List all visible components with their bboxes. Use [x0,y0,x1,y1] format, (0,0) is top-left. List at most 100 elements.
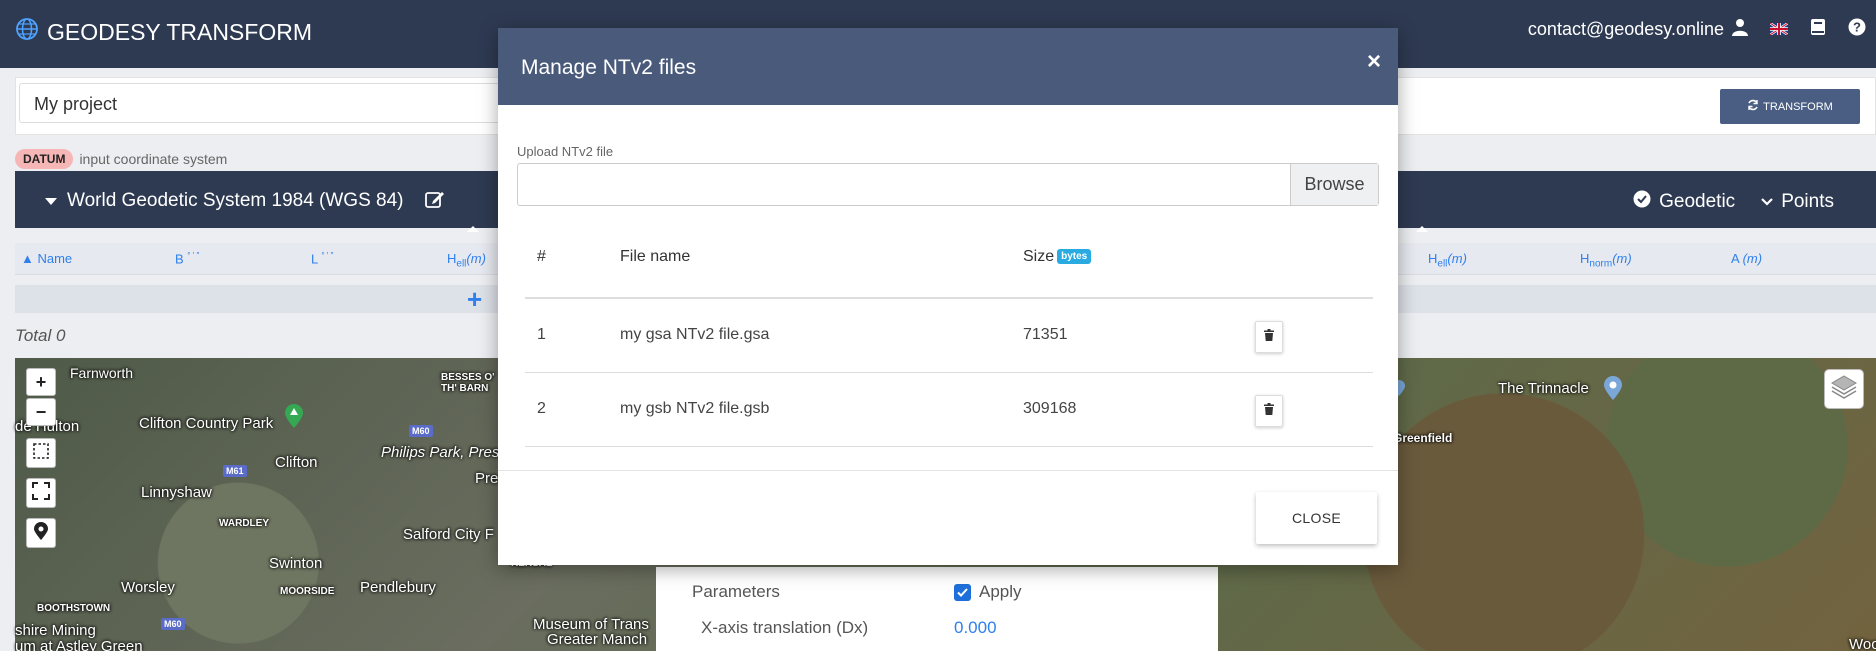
map-label: Greater Manch [547,631,648,648]
parameters-panel: Parameters Apply X-axis translation (Dx)… [656,567,1218,651]
transform-button[interactable]: TRANSFORM [1720,89,1860,124]
column-ellipsoidal-height[interactable]: Hell(m) [447,251,486,270]
map-label: Woo [1849,636,1876,651]
help-icon[interactable]: ? [1848,18,1866,41]
chevron-down-icon [1761,191,1773,213]
collapse-caret-right[interactable] [1416,226,1428,232]
manage-ntv2-modal: Manage NTv2 files × Upload NTv2 file Bro… [498,28,1398,565]
modal-title: Manage NTv2 files [521,56,697,79]
column-file-name: File name [620,248,691,265]
road-badge: M61 [223,465,247,477]
select-area-button[interactable] [26,438,56,468]
layers-button[interactable] [1824,369,1864,409]
zoom-in-button[interactable]: + [26,368,56,396]
column-normal-height[interactable]: Hnorm(m) [1580,251,1632,270]
account-email: contact@geodesy.online [1527,19,1724,39]
row-file-size: 309168 [1023,400,1077,417]
trash-icon [1264,328,1274,346]
column-a[interactable]: A (m) [1731,251,1762,266]
fullscreen-button[interactable] [26,478,56,508]
edit-icon[interactable] [425,189,445,214]
account-link[interactable]: contact@geodesy.online [1528,18,1748,41]
close-button[interactable]: CLOSE [1256,492,1377,544]
fullscreen-icon [32,481,50,505]
road-badge: M60 [409,425,433,437]
column-longitude[interactable]: L ° ′ ″ [311,251,333,266]
project-name-input[interactable]: My project [19,83,539,123]
zoom-out-button[interactable]: − [26,398,56,426]
marker-icon [34,521,48,545]
datum-badge: DATUM [15,149,74,169]
checkbox-checked-icon [954,583,971,601]
uk-flag-icon[interactable] [1769,19,1789,40]
map-label: MOORSIDE [280,586,335,597]
check-circle-icon [1633,190,1651,214]
dx-label: X-axis translation (Dx) [701,618,869,637]
book-icon[interactable] [1810,18,1826,41]
datum-row: DATUM input coordinate system [15,149,227,169]
row-file-name: my gsa NTv2 file.gsa [620,326,770,343]
footer-divider [498,470,1398,471]
map-label: WARDLEY [219,518,269,529]
globe-icon [15,17,39,47]
user-icon [1732,18,1748,41]
parameters-label: Parameters [692,582,780,601]
modal-header: Manage NTv2 files × [498,28,1398,105]
upload-file-input[interactable]: Browse [517,163,1379,206]
column-name[interactable]: ▲ Name [21,251,72,266]
column-number: # [537,248,546,265]
map-label: Clifton [275,454,318,471]
geodetic-option[interactable]: Geodetic [1633,190,1735,214]
caret-down-icon [45,190,57,212]
map-label: Pre [475,470,499,487]
refresh-icon [1747,99,1759,114]
total-count: Total 0 [15,326,66,345]
map-label: Swinton [269,555,323,572]
map-label: The Trinnacle [1498,380,1589,397]
column-size: Size bytes [1023,248,1092,266]
modal-close-icon[interactable]: × [1367,48,1381,76]
road-badge: M60 [161,618,185,630]
table-row: 1 my gsa NTv2 file.gsa 71351 [525,299,1373,373]
row-number: 2 [537,400,546,417]
collapse-caret-left[interactable] [467,226,479,232]
location-marker-icon[interactable] [1603,376,1623,405]
map-label: Farnworth [70,365,134,381]
add-marker-button[interactable] [26,518,56,548]
points-label: Points [1781,191,1834,212]
map-label: Salford City F [403,526,494,543]
apply-checkbox[interactable]: Apply [954,582,1022,602]
map-label: Clifton Country Park [139,415,274,432]
coordinate-system-name: World Geodetic System 1984 (WGS 84) [67,190,404,211]
map-label: BESSES O' TH' BARN [441,372,495,394]
add-point-button[interactable]: + [467,285,482,313]
column-latitude[interactable]: B ° ′ ″ [175,251,199,266]
brand[interactable]: GEODESY TRANSFORM [15,17,312,47]
bytes-badge: bytes [1057,249,1092,265]
map-label: Linnyshaw [141,484,212,501]
table-row: 2 my gsb NTv2 file.gsb 309168 [525,373,1373,447]
row-file-size: 71351 [1023,326,1068,343]
map-label: BOOTHSTOWN [37,603,111,614]
trash-icon [1264,402,1274,420]
row-file-name: my gsb NTv2 file.gsb [620,400,770,417]
map-label: shire Mining [15,622,96,639]
apply-label: Apply [979,582,1022,601]
delete-file-button[interactable] [1255,395,1283,427]
dashed-square-icon [32,442,50,465]
row-number: 1 [537,326,546,343]
geodetic-label: Geodetic [1659,191,1736,212]
map-label: Pendlebury [360,579,436,596]
coordinate-system-selector[interactable]: World Geodetic System 1984 (WGS 84) [45,190,404,212]
park-marker-icon[interactable] [283,404,305,433]
dx-value[interactable]: 0.000 [954,618,997,638]
delete-file-button[interactable] [1255,321,1283,353]
upload-label: Upload NTv2 file [517,144,614,159]
svg-text:?: ? [1853,20,1861,35]
transform-label: TRANSFORM [1763,100,1833,113]
column-right-ellipsoidal-height[interactable]: Hell(m) [1428,251,1467,270]
app-title: GEODESY TRANSFORM [47,18,312,45]
points-option[interactable]: Points [1761,191,1834,213]
layers-icon [1830,374,1858,405]
browse-button[interactable]: Browse [1290,164,1378,205]
